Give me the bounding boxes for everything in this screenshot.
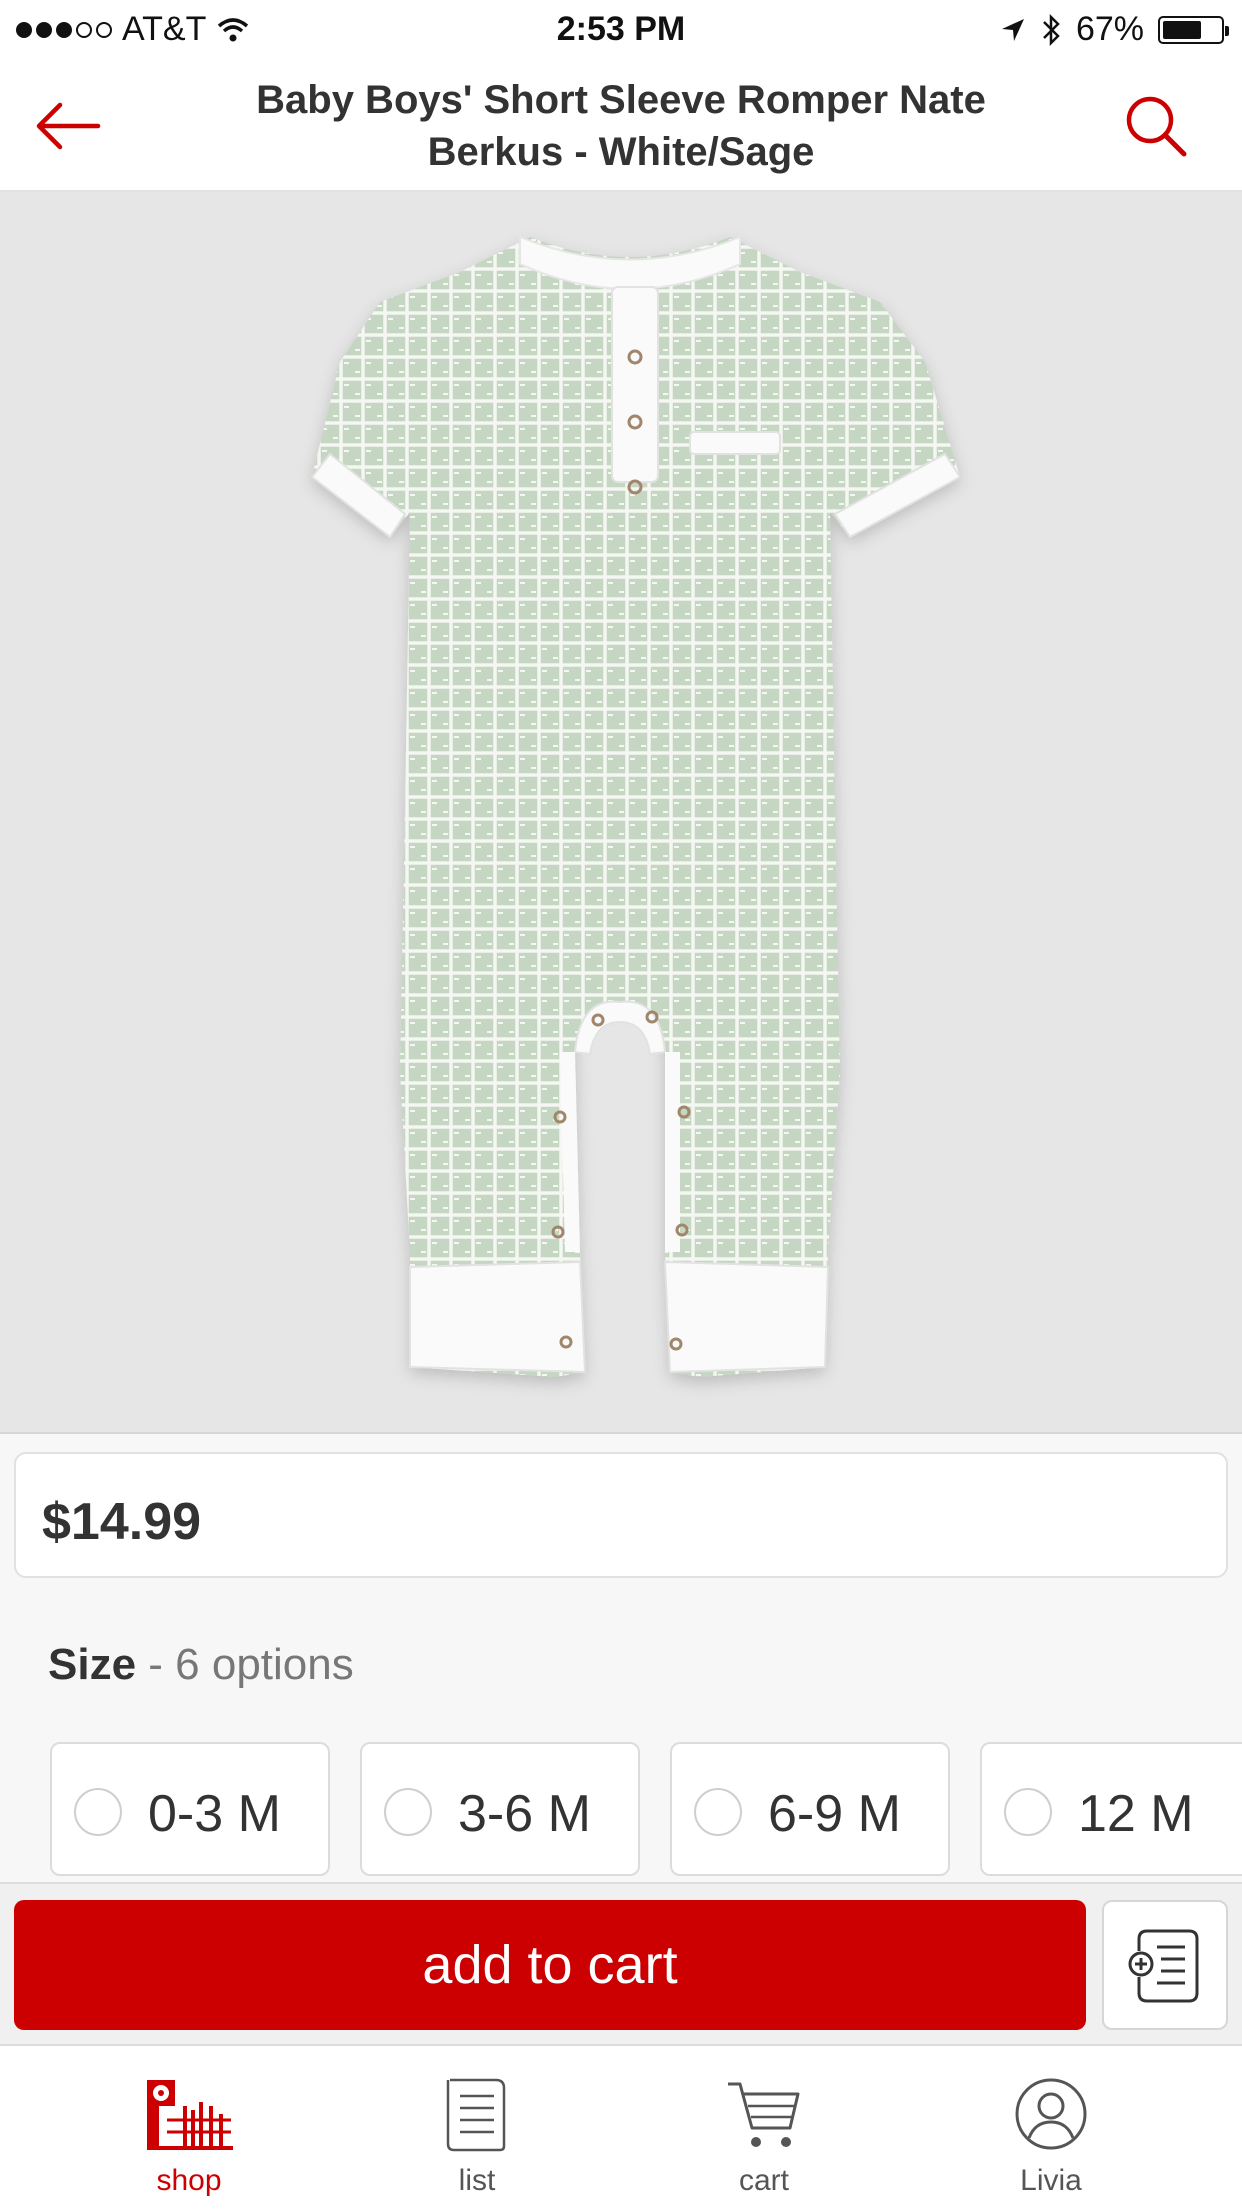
add-to-cart-button[interactable]: add to cart xyxy=(14,1900,1086,2030)
battery-icon xyxy=(1158,15,1229,44)
cart-icon xyxy=(728,2082,800,2147)
size-option-label: 6-9 M xyxy=(768,1785,901,1843)
romper-image xyxy=(310,235,962,1377)
arrow-left-icon xyxy=(36,102,101,150)
size-option-0-3m[interactable]: 0-3 M xyxy=(50,1742,330,1876)
size-option-3-6m[interactable]: 3-6 M xyxy=(360,1742,640,1876)
size-options[interactable]: 0-3 M 3-6 M 6-9 M 12 M xyxy=(50,1742,1242,1876)
page-title: Baby Boys' Short Sleeve Romper Nate Berk… xyxy=(256,78,986,174)
search-button[interactable] xyxy=(1120,90,1192,162)
radio-icon[interactable] xyxy=(384,1788,432,1836)
battery-percent: 67% xyxy=(1075,10,1144,48)
radio-icon[interactable] xyxy=(74,1788,122,1836)
bluetooth-icon xyxy=(1043,13,1060,46)
status-right: 67% xyxy=(1000,10,1229,49)
status-bar: AT&T 2:53 PM 67% xyxy=(0,0,1242,62)
size-option-6-9m[interactable]: 6-9 M xyxy=(670,1742,950,1876)
tab-label: cart xyxy=(738,2164,789,2197)
size-option-label: 0-3 M xyxy=(148,1785,281,1843)
size-label: Size - 6 options xyxy=(48,1640,354,1690)
list-icon xyxy=(446,2078,506,2152)
tab-shop[interactable]: shop xyxy=(89,2046,289,2210)
location-arrow-icon xyxy=(1001,18,1024,41)
profile-icon xyxy=(1015,2078,1087,2150)
tab-bar: shop list cart Livia xyxy=(0,2044,1242,2210)
battery-fill xyxy=(1163,20,1201,39)
product-price: $14.99 xyxy=(42,1493,202,1551)
size-option-label: 12 M xyxy=(1078,1785,1194,1843)
tab-label: list xyxy=(458,2164,496,2197)
add-to-list-icon xyxy=(1128,1929,1199,2003)
nav-bar: Baby Boys' Short Sleeve Romper Nate Berk… xyxy=(0,62,1242,192)
size-count: - 6 options xyxy=(148,1640,354,1689)
size-option-label: 3-6 M xyxy=(458,1785,591,1843)
tab-cart[interactable]: cart xyxy=(664,2046,864,2210)
back-button[interactable] xyxy=(30,90,110,162)
product-image[interactable] xyxy=(0,192,1242,1434)
size-option-12m[interactable]: 12 M xyxy=(980,1742,1242,1876)
radio-icon[interactable] xyxy=(1004,1788,1052,1836)
tab-label: shop xyxy=(156,2164,222,2197)
add-to-list-button[interactable] xyxy=(1102,1900,1228,2030)
action-row: add to cart xyxy=(0,1882,1242,2044)
store-icon xyxy=(147,2080,233,2150)
tab-label: Livia xyxy=(1020,2164,1082,2197)
radio-icon[interactable] xyxy=(694,1788,742,1836)
price-card: $14.99 xyxy=(14,1452,1228,1578)
tab-list[interactable]: list xyxy=(377,2046,577,2210)
size-title: Size xyxy=(48,1640,137,1689)
tab-profile[interactable]: Livia xyxy=(951,2046,1151,2210)
search-icon xyxy=(1126,96,1187,157)
